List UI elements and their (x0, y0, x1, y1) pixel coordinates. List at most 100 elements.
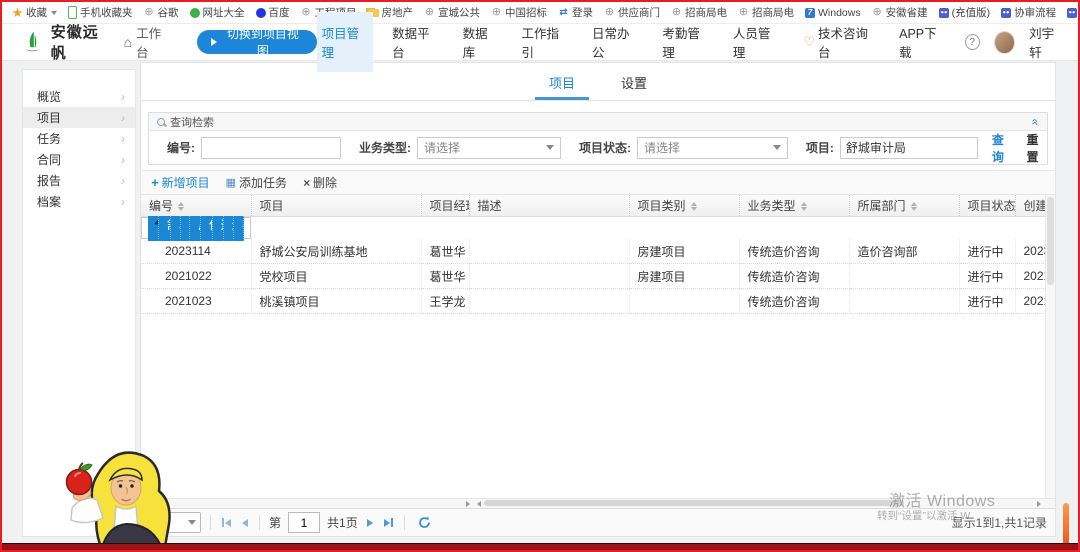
search-panel-header: 查询检索 (149, 113, 1047, 131)
nav-item-project-management[interactable]: 项目管理 (317, 12, 373, 72)
triangle-left-icon (242, 519, 248, 527)
project-label: 项目: (806, 139, 834, 156)
sidebar-item-label: 档案 (37, 193, 61, 210)
code-label: 编号: (167, 139, 195, 156)
scroll-right-icon[interactable] (1037, 501, 1041, 507)
star-icon (12, 7, 23, 18)
refresh-button[interactable] (418, 516, 431, 529)
sort-icon (178, 202, 185, 211)
biz-type-label: 业务类型: (359, 139, 411, 156)
workbench-link[interactable]: 工作台 (124, 23, 172, 61)
prev-page-button[interactable] (240, 519, 250, 527)
bookmark-item[interactable]: 手机收藏夹 (68, 5, 133, 20)
scroll-left-icon[interactable] (477, 501, 481, 507)
phone-icon (68, 6, 77, 19)
globe-icon (144, 7, 155, 18)
column-header-status[interactable]: 项目状态 (959, 195, 1015, 217)
vertical-scrollbar[interactable] (1045, 195, 1055, 498)
table-row[interactable]: 2021023 桃溪镇项目王学龙 传统造价咨询 进行中2021 (141, 289, 1055, 314)
workbench-label: 工作台 (136, 23, 171, 61)
bar-icon (391, 518, 393, 527)
next-page-button[interactable] (365, 519, 375, 527)
scrollbar-thumb[interactable] (484, 500, 904, 506)
divider (404, 515, 405, 530)
column-header-biz-type[interactable]: 业务类型 (739, 195, 849, 217)
bookmark-label: 手机收藏夹 (80, 5, 133, 20)
add-task-button[interactable]: 添加任务 (226, 174, 287, 191)
scroll-right-icon[interactable] (466, 501, 470, 507)
help-icon[interactable] (965, 34, 980, 50)
nav-item-app-download[interactable]: APP下载 (894, 12, 950, 72)
project-input[interactable] (840, 137, 978, 159)
biz-type-select[interactable]: 请选择 (417, 137, 561, 159)
sidebar-item-projects[interactable]: 项目 (23, 107, 135, 128)
brand-name: 安徽远帆 (51, 21, 112, 63)
table-row-selected[interactable]: 2021021 舒城审计局项目葛世华 房建项目传统造价咨询造价咨询部 进行中20… (141, 217, 251, 239)
column-header-code[interactable]: 编号 (141, 195, 251, 217)
user-name[interactable]: 刘宇轩 (1029, 23, 1064, 61)
sidebar-item-contracts[interactable]: 合同 (23, 149, 135, 170)
arrow-right-icon (211, 38, 217, 46)
column-header-department[interactable]: 所属部门 (849, 195, 959, 217)
column-header-project[interactable]: 项目 (251, 195, 421, 217)
nav-item-daily-office[interactable]: 日常办公 (587, 12, 643, 72)
nav-item-database[interactable]: 数据库 (458, 12, 503, 72)
column-header-manager[interactable]: 项目经理 (421, 195, 469, 217)
top-nav: 项目管理 数据平台 数据库 工作指引 日常办公 考勤管理 人员管理 技术咨询台 … (317, 12, 1064, 72)
sidebar-item-archives[interactable]: 档案 (23, 191, 135, 212)
nav-item-attendance[interactable]: 考勤管理 (657, 12, 713, 72)
code-input[interactable] (201, 137, 341, 159)
triangle-left-icon (225, 519, 231, 527)
column-header-description[interactable]: 描述 (469, 195, 629, 217)
table-row[interactable]: 2021022 党校项目葛世华 房建项目传统造价咨询 进行中2021 (141, 264, 1055, 289)
add-project-button[interactable]: 新增项目 (151, 174, 210, 191)
chevron-right-icon (121, 111, 125, 125)
last-page-button[interactable] (382, 518, 395, 527)
table-row[interactable]: 2023114 舒城公安局训练基地葛世华 房建项目传统造价咨询造价咨询部 进行中… (141, 239, 1055, 264)
app-header: 安徽远帆 工作台 切换到项目视图 项目管理 数据平台 数据库 工作指引 日常办公… (2, 24, 1078, 61)
chevron-down-icon (546, 145, 554, 150)
record-count-label: 显示1到1,共1记录 (952, 514, 1047, 531)
reset-button[interactable]: 重置 (1026, 131, 1047, 165)
switch-view-button[interactable]: 切换到项目视图 (197, 30, 316, 54)
page-total-label: 共1页 (327, 514, 358, 531)
search-button[interactable]: 查询 (992, 131, 1013, 165)
bookmark-label: 百度 (269, 5, 290, 20)
search-icon (157, 118, 165, 126)
sidebar-item-reports[interactable]: 报告 (23, 170, 135, 191)
bookmark-item[interactable]: 谷歌 (144, 5, 179, 20)
page-number-input[interactable] (288, 512, 320, 533)
triangle-right-icon (384, 519, 390, 527)
sidebar-item-label: 合同 (37, 151, 61, 168)
delete-button[interactable]: 删除 (303, 174, 337, 191)
status-select[interactable]: 请选择 (637, 137, 788, 159)
bookmark-item[interactable]: 网址大全 (190, 5, 245, 20)
plus-icon (151, 175, 159, 190)
triangle-right-icon (367, 519, 373, 527)
divider (210, 515, 211, 530)
bookmark-item[interactable]: 保密工作 (1067, 5, 1078, 20)
add-project-label: 新增项目 (162, 174, 210, 191)
nav-item-tech-consult[interactable]: 技术咨询台 (798, 12, 880, 72)
sidebar-item-overview[interactable]: 概览 (23, 86, 135, 107)
scrollbar-thumb[interactable] (1047, 197, 1054, 285)
sidebar-item-label: 任务 (37, 130, 61, 147)
collapse-icon[interactable] (1029, 118, 1043, 125)
bookmark-item[interactable]: 收藏 (12, 5, 57, 20)
nav-item-personnel[interactable]: 人员管理 (728, 12, 784, 72)
column-header-category[interactable]: 项目类别 (629, 195, 739, 217)
search-panel-title: 查询检索 (170, 114, 214, 130)
nav-item-data-platform[interactable]: 数据平台 (387, 12, 443, 72)
newton-mascot (58, 436, 176, 552)
status-label: 项目状态: (579, 139, 631, 156)
consult-badge-icon (803, 34, 815, 50)
sidebar-item-tasks[interactable]: 任务 (23, 128, 135, 149)
bookmark-item[interactable]: 百度 (256, 5, 290, 20)
search-panel: 查询检索 编号: 业务类型: 请选择 项目状态: 请选择 项目: 查询 重置 (148, 112, 1048, 165)
user-avatar[interactable] (994, 31, 1016, 54)
divider (259, 515, 260, 530)
sidebar-item-label: 项目 (37, 109, 61, 126)
nav-item-work-guide[interactable]: 工作指引 (516, 12, 572, 72)
pencil-decoration (1063, 503, 1069, 545)
first-page-button[interactable] (220, 518, 233, 527)
